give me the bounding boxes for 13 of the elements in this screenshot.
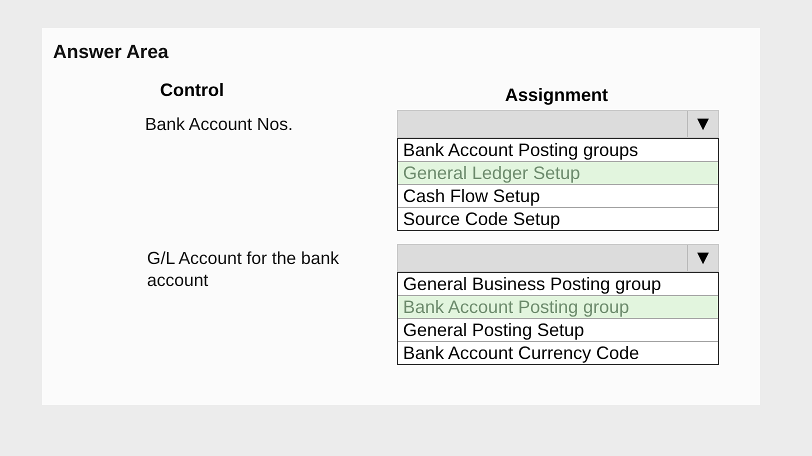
assignment-header: Assignment <box>505 85 608 106</box>
dropdown-field[interactable]: ▼ <box>397 244 719 272</box>
control-label: G/L Account for the bank account <box>147 247 340 292</box>
dropdown-option[interactable]: Bank Account Currency Code <box>398 342 718 364</box>
dropdown-field[interactable]: ▼ <box>397 110 719 138</box>
dropdown-option[interactable]: Cash Flow Setup <box>398 185 718 208</box>
dropdown-option[interactable]: Source Code Setup <box>398 208 718 230</box>
answer-area-title: Answer Area <box>53 42 170 64</box>
dropdown-option[interactable]: Bank Account Posting groups <box>398 139 718 162</box>
dropdown-option[interactable]: General Business Posting group <box>398 273 718 296</box>
dropdown-option[interactable]: General Posting Setup <box>398 319 718 342</box>
control-label: Bank Account Nos. <box>145 113 294 136</box>
control-header: Control <box>160 80 224 101</box>
